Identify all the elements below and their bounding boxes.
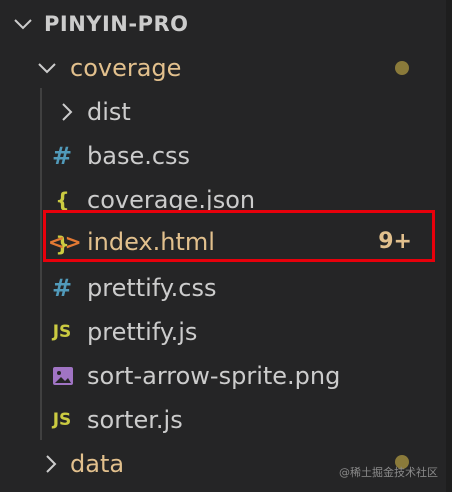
folder-label: data — [70, 450, 125, 478]
file-sort-arrow-sprite-png[interactable]: sort-arrow-sprite.png — [0, 354, 452, 398]
file-label: sorter.js — [87, 406, 183, 434]
chevron-right-icon[interactable] — [40, 442, 62, 486]
highlight-box — [43, 210, 435, 262]
scrollbar-track[interactable] — [446, 0, 452, 492]
chevron-right-icon[interactable] — [56, 90, 78, 134]
file-base-css[interactable]: # base.css — [0, 134, 452, 178]
explorer-section-header[interactable]: PINYIN-PRO — [0, 2, 452, 46]
folder-coverage[interactable]: coverage — [0, 46, 452, 90]
chevron-down-icon[interactable] — [36, 46, 58, 90]
file-prettify-css[interactable]: # prettify.css — [0, 266, 452, 310]
folder-dist[interactable]: dist — [0, 90, 452, 134]
folder-label: coverage — [70, 54, 182, 82]
folder-label: dist — [87, 98, 131, 126]
image-icon — [48, 354, 76, 398]
file-label: prettify.css — [87, 274, 217, 302]
file-prettify-js[interactable]: JS prettify.js — [0, 310, 452, 354]
chevron-down-icon[interactable] — [12, 2, 34, 46]
file-explorer: PINYIN-PRO coverage dist # base.css { } … — [0, 0, 452, 492]
file-label: sort-arrow-sprite.png — [87, 362, 341, 390]
section-title: PINYIN-PRO — [44, 12, 189, 36]
watermark: @稀土掘金技术社区 — [339, 466, 438, 479]
css-icon: # — [51, 274, 73, 302]
modified-dot-icon — [395, 61, 409, 75]
file-sorter-js[interactable]: JS sorter.js — [0, 398, 452, 442]
file-label: prettify.js — [87, 318, 198, 346]
css-icon: # — [51, 142, 73, 170]
js-icon: JS — [52, 410, 72, 430]
js-icon: JS — [52, 322, 72, 342]
file-label: base.css — [87, 142, 191, 170]
